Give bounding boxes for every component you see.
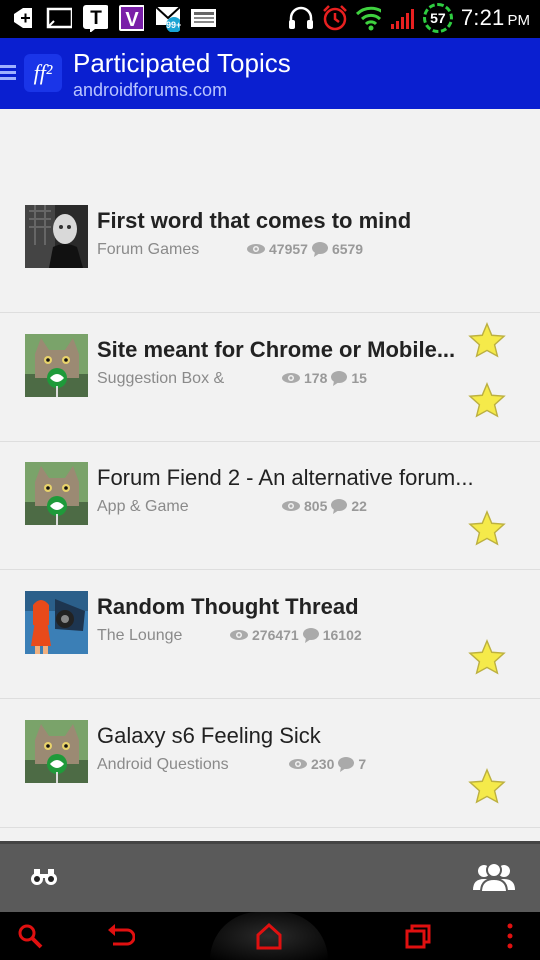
search-button[interactable] (14, 920, 46, 952)
people-icon[interactable] (472, 860, 516, 894)
topic-forum: Suggestion Box & (97, 370, 225, 387)
star-icon[interactable] (468, 510, 506, 546)
topic-row[interactable]: Random Thought Thread The Lounge 276471 … (0, 571, 540, 699)
back-button[interactable] (104, 920, 136, 952)
mail-icon: 99+ (154, 5, 182, 32)
topic-stats: 230 7 (288, 756, 366, 772)
topic-stats: 47957 6579 (246, 241, 363, 257)
star-icon[interactable] (468, 639, 506, 675)
replies-icon (302, 628, 319, 643)
clock-ampm: PM (507, 12, 531, 29)
navigation-bar (0, 912, 540, 960)
clock-time: 7:21 (460, 5, 505, 30)
signal-icon (389, 5, 415, 31)
search-icon (18, 924, 43, 949)
status-bar: T V 99+ 57 7:21 PM (0, 0, 540, 38)
svg-text:V: V (125, 9, 139, 31)
topic-title: Forum Fiend 2 - An alternative forum... (97, 465, 474, 490)
app-bar: ff² Participated Topics androidforums.co… (0, 38, 540, 109)
bottom-action-bar (0, 841, 540, 912)
views-icon (282, 501, 300, 511)
topic-replies: 15 (351, 370, 367, 386)
topic-views: 47957 (269, 241, 308, 257)
home-icon (256, 922, 282, 950)
topic-forum: App & Game (97, 498, 189, 515)
screen-icon (46, 5, 72, 31)
topic-replies: 6579 (331, 241, 364, 257)
topic-stats: 178 15 (281, 370, 367, 386)
alarm-icon (321, 5, 347, 31)
recent-apps-icon (405, 924, 431, 949)
topic-stats: 805 22 (281, 498, 367, 514)
topic-forum: Forum Games (97, 241, 200, 258)
topic-row[interactable]: Galaxy s6 Feeling Sick Android Questions… (0, 700, 540, 828)
topic-avatar (25, 462, 88, 525)
topic-stats: 276471 16102 (229, 627, 362, 643)
battery-level: 57 (430, 10, 446, 26)
topic-avatar (25, 720, 88, 783)
clock: 7:21 PM (461, 5, 530, 31)
views-icon (230, 630, 248, 640)
star-icon[interactable] (468, 382, 506, 418)
topic-forum: Android Questions (97, 756, 229, 773)
topic-title: Site meant for Chrome or Mobile... (97, 337, 456, 362)
topic-avatar (25, 591, 88, 654)
topic-avatar (25, 205, 88, 268)
topic-views: 178 (304, 370, 328, 386)
topic-list[interactable]: First word that comes to mind Forum Game… (0, 109, 540, 841)
page-title: Participated Topics (73, 48, 291, 78)
replies-icon (331, 371, 348, 386)
headphones-icon (287, 5, 313, 31)
topic-title: Galaxy s6 Feeling Sick (97, 723, 321, 748)
star-icon[interactable] (468, 768, 506, 804)
views-icon (247, 244, 265, 254)
topic-replies: 7 (358, 756, 367, 772)
page-subtitle: androidforums.com (73, 80, 228, 100)
topic-row[interactable]: First word that comes to mind Forum Game… (0, 185, 540, 358)
svg-text:T: T (90, 8, 102, 29)
menu-icon[interactable] (0, 62, 16, 84)
menu-button[interactable] (494, 920, 526, 952)
topic-views: 276471 (252, 627, 299, 643)
app-logo-text: ff² (33, 60, 53, 85)
topic-title: First word that comes to mind (97, 208, 412, 233)
replies-icon (338, 757, 355, 772)
mail-badge: 99+ (166, 20, 182, 30)
back-icon (108, 924, 135, 946)
battery-icon: 57 (422, 3, 453, 33)
topic-avatar (25, 334, 88, 397)
topic-views: 805 (304, 498, 328, 514)
add-icon (10, 5, 36, 31)
topic-row[interactable]: Forum Fiend 2 - An alternative forum... … (0, 442, 540, 570)
recent-apps-button[interactable] (402, 920, 434, 952)
topic-replies: 16102 (322, 627, 362, 643)
app-logo[interactable]: ff² (24, 54, 62, 92)
t-app-icon: T (82, 5, 108, 32)
topic-row[interactable]: Site meant for Chrome or Mobile... Sugge… (0, 314, 540, 442)
news-icon (190, 5, 216, 31)
v-app-icon: V (118, 5, 144, 31)
views-icon (282, 373, 300, 383)
home-button[interactable] (253, 920, 285, 952)
wifi-icon (355, 5, 381, 31)
topic-forum: The Lounge (97, 627, 183, 644)
replies-icon (331, 499, 348, 514)
binoculars-icon[interactable] (30, 868, 58, 886)
topic-replies: 22 (351, 498, 367, 514)
topic-title: Random Thought Thread (97, 594, 359, 619)
more-icon (507, 923, 513, 949)
topic-views: 230 (311, 756, 335, 772)
views-icon (289, 759, 307, 769)
replies-icon (311, 242, 328, 257)
